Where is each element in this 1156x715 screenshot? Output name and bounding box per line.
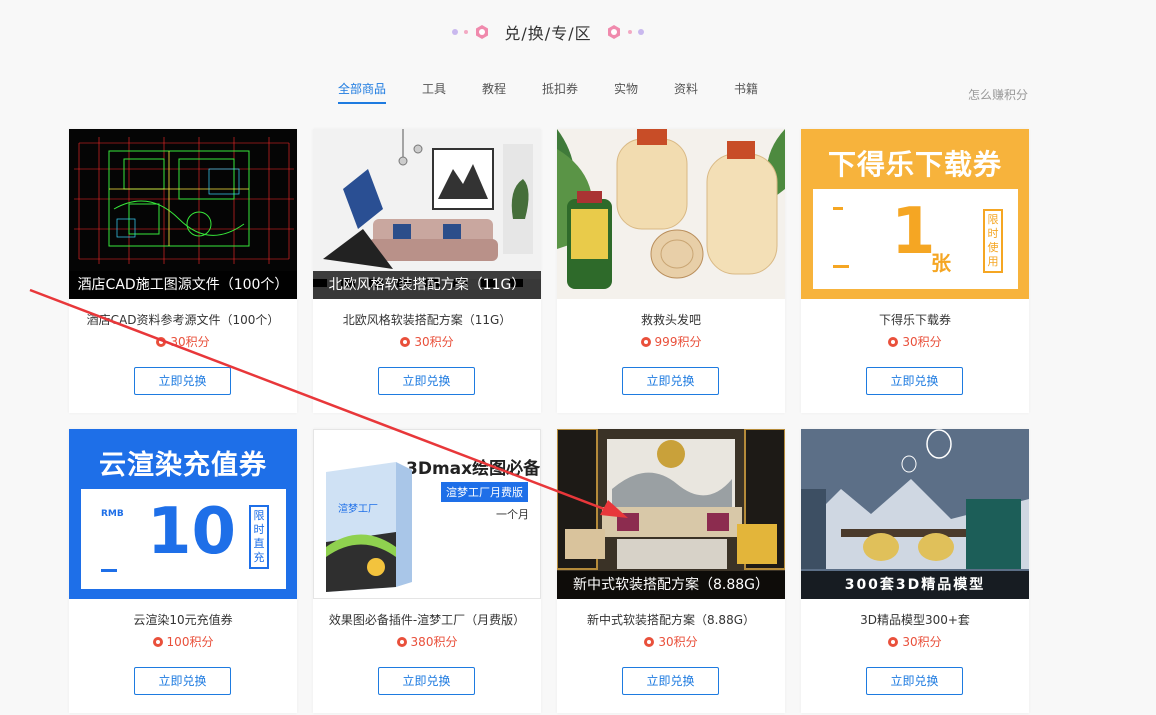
tab-tutorials[interactable]: 教程 (482, 80, 506, 104)
product-name[interactable]: 下得乐下载券 (801, 311, 1029, 328)
tab-tools[interactable]: 工具 (422, 80, 446, 104)
points-icon (152, 637, 163, 647)
product-card[interactable]: 酒店CAD施工图源文件（100个） 酒店CAD资料参考源文件（100个） 30积… (69, 129, 297, 413)
product-name[interactable]: 云渲染10元充值券 (69, 611, 297, 628)
product-points: 30积分 (801, 633, 1029, 650)
product-name[interactable]: 救救头发吧 (557, 311, 785, 328)
product-name[interactable]: 效果图必备插件-渲梦工厂（月费版） (313, 611, 541, 628)
points-icon (396, 637, 407, 647)
points-value: 30积分 (902, 635, 942, 649)
tab-resources[interactable]: 资料 (674, 80, 698, 104)
product-image[interactable]: 下得乐下载券 1 张 限时使用 (801, 129, 1029, 299)
redeem-button[interactable]: 立即兑换 (866, 667, 963, 695)
points-value: 999积分 (654, 335, 702, 349)
redeem-button[interactable]: 立即兑换 (622, 367, 719, 395)
product-points: 30积分 (557, 633, 785, 650)
points-icon (640, 337, 651, 347)
points-value: 30积分 (414, 335, 454, 349)
image-caption: 300套3D精品模型 (801, 571, 1029, 599)
coupon-badge: 限时直充 (249, 505, 269, 569)
redeem-button[interactable]: 立即兑换 (866, 367, 963, 395)
tab-all[interactable]: 全部商品 (337, 80, 386, 104)
plugin-image-tag: 渲梦工厂月费版 (441, 482, 528, 502)
redeem-button[interactable]: 立即兑换 (378, 667, 475, 695)
decor-dot (627, 30, 632, 34)
points-icon (888, 637, 899, 647)
image-caption: 北欧风格软装搭配方案（11G） (313, 271, 541, 299)
product-image[interactable]: 酒店CAD施工图源文件（100个） (69, 129, 297, 299)
coupon-mark (833, 265, 849, 268)
product-points: 30积分 (801, 333, 1029, 350)
earn-points-link[interactable]: 怎么赚积分 (968, 86, 1028, 103)
product-points: 380积分 (313, 633, 541, 650)
product-points: 30积分 (313, 333, 541, 350)
product-image[interactable]: 新中式软装搭配方案（8.88G） (557, 429, 785, 599)
product-image[interactable]: 300套3D精品模型 (801, 429, 1029, 599)
points-icon (156, 337, 167, 347)
coupon-badge: 限时使用 (983, 209, 1003, 273)
coupon-image-title: 云渲染充值券 (99, 450, 267, 481)
coupon-ticket: 1 张 限时使用 (813, 189, 1018, 289)
product-card[interactable]: 300套3D精品模型 3D精品模型300+套 30积分 立即兑换 (801, 429, 1029, 713)
coupon-image-title: 下得乐下载券 (827, 148, 1002, 181)
product-points: 999积分 (557, 333, 785, 350)
product-name[interactable]: 北欧风格软装搭配方案（11G） (313, 311, 541, 328)
points-icon (644, 637, 655, 647)
category-tabs: 全部商品 工具 教程 抵扣券 实物 资料 书籍 (0, 80, 1096, 104)
plugin-box-label: 渲梦工厂 (338, 504, 378, 515)
product-card[interactable]: 下得乐下载券 1 张 限时使用 下得乐下载券 30积分 立即兑换 (801, 129, 1029, 413)
points-value: 30积分 (902, 335, 942, 349)
redeem-button[interactable]: 立即兑换 (378, 367, 475, 395)
product-points: 30积分 (69, 333, 297, 350)
decor-dot (452, 29, 459, 35)
tab-books[interactable]: 书籍 (734, 80, 758, 104)
plugin-image-title: 3Dmax绘图必备 (406, 459, 541, 479)
plugin-image-sub: 一个月 (496, 508, 529, 521)
points-icon (888, 337, 899, 347)
tab-physical[interactable]: 实物 (614, 80, 638, 104)
tab-coupons[interactable]: 抵扣券 (542, 80, 578, 104)
software-box-image (326, 462, 412, 592)
product-card[interactable]: 北欧风格软装搭配方案（11G） 北欧风格软装搭配方案（11G） 30积分 立即兑… (313, 129, 541, 413)
product-image[interactable]: 北欧风格软装搭配方案（11G） (313, 129, 541, 299)
section-title: 兑/换/专/区 (504, 24, 592, 43)
points-value: 100积分 (166, 635, 214, 649)
image-caption: 酒店CAD施工图源文件（100个） (69, 271, 297, 299)
hexagon-icon (476, 25, 489, 39)
redeem-button[interactable]: 立即兑换 (134, 367, 231, 395)
product-card[interactable]: 新中式软装搭配方案（8.88G） 新中式软装搭配方案（8.88G） 30积分 立… (557, 429, 785, 713)
product-name[interactable]: 新中式软装搭配方案（8.88G） (557, 611, 785, 628)
product-points: 100积分 (69, 633, 297, 650)
coupon-mark (101, 569, 117, 572)
coupon-mark (833, 207, 843, 210)
coupon-unit: RMB (101, 509, 124, 519)
product-card[interactable]: 救救头发吧 999积分 立即兑换 (557, 129, 785, 413)
product-image[interactable]: 云渲染充值券 RMB 10 限时直充 (69, 429, 297, 599)
coupon-value: 1 (891, 195, 936, 269)
coupon-unit: 张 (931, 251, 951, 275)
right-decoration (606, 24, 644, 40)
section-header: 兑/换/专/区 (0, 18, 1096, 46)
left-decoration (452, 24, 490, 40)
points-value: 30积分 (658, 635, 698, 649)
product-card[interactable]: 3Dmax绘图必备 渲梦工厂月费版 一个月 渲梦工厂 效果图必备插件-渲梦工厂（… (313, 429, 541, 713)
coupon-ticket: RMB 10 限时直充 (81, 489, 286, 589)
shampoo-bottles-image (557, 129, 785, 299)
decor-dot (464, 30, 469, 34)
points-value: 30积分 (170, 335, 210, 349)
product-image[interactable]: 3Dmax绘图必备 渲梦工厂月费版 一个月 渲梦工厂 (313, 429, 541, 599)
product-name[interactable]: 酒店CAD资料参考源文件（100个） (69, 311, 297, 328)
points-icon (400, 337, 411, 347)
image-caption: 新中式软装搭配方案（8.88G） (557, 571, 785, 599)
product-image[interactable] (557, 129, 785, 299)
product-card[interactable]: 云渲染充值券 RMB 10 限时直充 云渲染10元充值券 100积分 立即兑换 (69, 429, 297, 713)
points-value: 380积分 (410, 635, 458, 649)
redeem-button[interactable]: 立即兑换 (622, 667, 719, 695)
redeem-button[interactable]: 立即兑换 (134, 667, 231, 695)
hexagon-icon (607, 25, 620, 39)
product-name[interactable]: 3D精品模型300+套 (801, 611, 1029, 628)
coupon-value: 10 (147, 495, 237, 569)
decor-dot (637, 29, 644, 35)
